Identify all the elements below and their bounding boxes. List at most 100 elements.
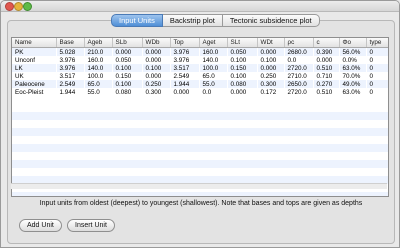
table-cell[interactable]: 0.080 — [227, 80, 257, 88]
table-cell[interactable]: 2650.0 — [284, 80, 313, 88]
column-header[interactable]: Name — [12, 38, 57, 48]
table-cell[interactable]: 3.976 — [56, 56, 84, 64]
table-cell[interactable]: 0.710 — [313, 72, 339, 80]
table-cell[interactable]: 0.080 — [112, 88, 142, 96]
close-window-icon[interactable] — [5, 2, 14, 11]
table-cell[interactable]: 3.976 — [170, 47, 199, 56]
table-cell[interactable]: 0.000 — [112, 47, 142, 56]
table-cell[interactable]: 0.100 — [257, 56, 284, 64]
table-cell[interactable]: 65.0 — [84, 80, 112, 88]
table-cell[interactable]: 0.300 — [257, 80, 284, 88]
table-cell[interactable]: 0.300 — [142, 88, 170, 96]
table-cell[interactable]: Unconf — [12, 56, 56, 64]
table-cell[interactable]: 0.000 — [227, 88, 257, 96]
table-cell[interactable]: 140.0 — [84, 64, 112, 72]
table-cell[interactable]: 0.000 — [313, 56, 339, 64]
table-cell[interactable]: Eoc-Pleist — [12, 88, 56, 96]
table-cell[interactable]: UK — [12, 72, 56, 80]
table-cell[interactable]: 0 — [366, 72, 388, 80]
table-cell[interactable]: 55.0 — [84, 88, 112, 96]
table-cell[interactable]: 0.250 — [257, 72, 284, 80]
table-cell[interactable]: 0.172 — [257, 88, 284, 96]
table-cell[interactable]: 0.000 — [170, 88, 199, 96]
table-cell[interactable]: 0 — [366, 64, 388, 72]
table-cell[interactable]: 3.976 — [170, 56, 199, 64]
insert-unit-button[interactable]: Insert Unit — [67, 219, 115, 232]
table-row[interactable]: PK 5.028 210.0 0.000 0.000 3.976 160.0 0.050 0.0… — [12, 47, 388, 56]
table-cell[interactable]: 160.0 — [199, 47, 227, 56]
table-cell[interactable]: 0.100 — [227, 56, 257, 64]
tab-input-units[interactable]: Input Units — [111, 14, 163, 27]
table-cell[interactable]: PK — [12, 47, 56, 56]
table-cell[interactable]: 70.0% — [339, 72, 366, 80]
column-header[interactable]: Aget — [199, 38, 228, 48]
table-cell[interactable]: 0.150 — [227, 64, 257, 72]
title-bar[interactable] — [1, 1, 399, 12]
table-cell[interactable]: 3.517 — [56, 72, 84, 80]
column-header[interactable]: c — [313, 38, 340, 48]
table-cell[interactable]: 1.944 — [56, 88, 84, 96]
table-cell[interactable]: 0.150 — [112, 72, 142, 80]
table-cell[interactable]: 3.517 — [170, 64, 199, 72]
table-cell[interactable]: 56.0% — [339, 47, 366, 56]
table-cell[interactable]: 2.549 — [56, 80, 84, 88]
table-cell[interactable]: 0.050 — [227, 47, 257, 56]
table-cell[interactable]: 0 — [366, 80, 388, 88]
table-cell[interactable]: 2720.0 — [284, 64, 313, 72]
table-cell[interactable]: 140.0 — [199, 56, 227, 64]
table-cell[interactable]: 0.0 — [284, 56, 313, 64]
table-cell[interactable]: 0.510 — [313, 64, 339, 72]
table-cell[interactable]: 0.250 — [142, 80, 170, 88]
column-header[interactable]: Ageb — [84, 38, 113, 48]
table-cell[interactable]: 0.000 — [142, 72, 170, 80]
column-header[interactable]: SLb — [112, 38, 143, 48]
table-cell[interactable]: 0.000 — [142, 56, 170, 64]
table-cell[interactable]: 0.270 — [313, 80, 339, 88]
table-row[interactable]: Paleocene 2.549 65.0 0.100 0.250 1.944 55.0 0.0… — [12, 80, 388, 88]
table-cell[interactable]: 65.0 — [199, 72, 227, 80]
table-cell[interactable]: 0.390 — [313, 47, 339, 56]
tab-tectonic-subsidence-plot[interactable]: Tectonic subsidence plot — [222, 14, 320, 27]
table-cell[interactable]: 0.000 — [257, 47, 284, 56]
table-cell[interactable]: 55.0 — [199, 80, 227, 88]
units-table[interactable]: Name Base Ageb SLb WDb Top Aget SLt WDt … — [11, 37, 389, 197]
table-cell[interactable]: Paleocene — [12, 80, 56, 88]
table-cell[interactable]: 2720.0 — [284, 88, 313, 96]
column-header[interactable]: Φo — [339, 38, 367, 48]
table-cell[interactable]: 5.028 — [56, 47, 84, 56]
table-row[interactable]: Unconf 3.976 160.0 0.050 0.000 3.976 140.0 0.10… — [12, 56, 388, 64]
table-cell[interactable]: 49.0% — [339, 80, 366, 88]
horizontal-scrollbar[interactable] — [11, 183, 387, 189]
table-row[interactable]: Eoc-Pleist 1.944 55.0 0.080 0.300 0.000 0.0 0.0… — [12, 88, 388, 96]
table-cell[interactable]: 0.100 — [112, 80, 142, 88]
table-cell[interactable]: 100.0 — [199, 64, 227, 72]
table-cell[interactable]: 0 — [366, 47, 388, 56]
column-header[interactable]: SLt — [227, 38, 258, 48]
table-cell[interactable]: 0.050 — [112, 56, 142, 64]
table-cell[interactable]: 0.000 — [257, 64, 284, 72]
table-cell[interactable]: 0.510 — [313, 88, 339, 96]
column-header[interactable]: type — [366, 38, 388, 48]
table-cell[interactable]: 0 — [366, 88, 388, 96]
column-header[interactable]: Base — [56, 38, 85, 48]
table-cell[interactable]: 0 — [366, 56, 388, 64]
table-cell[interactable]: 160.0 — [84, 56, 112, 64]
table-cell[interactable]: 2680.0 — [284, 47, 313, 56]
table-cell[interactable]: 1.944 — [170, 80, 199, 88]
column-header[interactable]: WDt — [257, 38, 285, 48]
table-cell[interactable]: 0.100 — [227, 72, 257, 80]
table-cell[interactable]: 63.0% — [339, 64, 366, 72]
table-cell[interactable]: 0.100 — [112, 64, 142, 72]
table-cell[interactable]: 100.0 — [84, 72, 112, 80]
column-header[interactable]: WDb — [142, 38, 171, 48]
table-cell[interactable]: 2.549 — [170, 72, 199, 80]
column-header[interactable]: Top — [170, 38, 200, 48]
table-cell[interactable]: LK — [12, 64, 56, 72]
column-header[interactable]: ρc — [284, 38, 314, 48]
table-cell[interactable]: 210.0 — [84, 47, 112, 56]
zoom-window-icon[interactable] — [23, 2, 32, 11]
add-unit-button[interactable]: Add Unit — [19, 219, 62, 232]
table-cell[interactable]: 3.976 — [56, 64, 84, 72]
table-row[interactable]: UK 3.517 100.0 0.150 0.000 2.549 65.0 0.100 0.25… — [12, 72, 388, 80]
table-cell[interactable]: 0.0 — [199, 88, 227, 96]
